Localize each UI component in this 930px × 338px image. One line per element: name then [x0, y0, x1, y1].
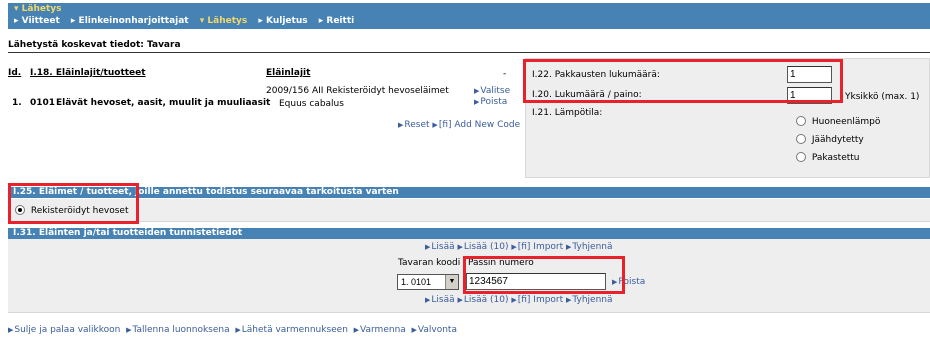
- add-new-code-link[interactable]: ▶[fi] Add New Code: [432, 120, 520, 130]
- species-latin: Equus cabalus: [279, 99, 344, 109]
- temperature-label: I.21. Lämpötila:: [532, 108, 603, 118]
- control-link[interactable]: ▶Valvonta: [412, 325, 457, 335]
- highlight-packages-quantity: [523, 59, 843, 103]
- clear-link[interactable]: ▶Tyhjennä: [566, 242, 612, 252]
- header-title[interactable]: ▾ Lähetys: [14, 4, 62, 14]
- add-10-link-bottom[interactable]: ▶Lisää (10): [458, 295, 509, 305]
- species-name: 2009/156 AII Rekisteröidyt hevoseläimet: [266, 86, 449, 96]
- nav-item-viitteet[interactable]: ▸ Viitteet: [14, 16, 60, 26]
- goods-code-select[interactable]: 1. 0101 ▼: [397, 274, 459, 290]
- nav-item-kuljetus[interactable]: ▸ Kuljetus: [258, 16, 307, 26]
- temp-option-room[interactable]: Huoneenlämpö: [796, 116, 880, 127]
- header-nav: ▸ Viitteet ▸ Elinkeinonharjoittajat ▾ Lä…: [14, 16, 362, 26]
- send-certification-link[interactable]: ▶Lähetä varmennukseen: [235, 325, 348, 335]
- add-10-link[interactable]: ▶Lisää (10): [458, 242, 509, 252]
- identification-links-bottom: ▶Lisää ▶Lisää (10) ▶[fi] Import ▶Tyhjenn…: [425, 295, 613, 305]
- identification-bar: I.31. Eläinten ja/tai tuotteiden tunnist…: [8, 228, 930, 239]
- add-link[interactable]: ▶Lisää: [425, 242, 455, 252]
- purpose-row: [8, 199, 930, 222]
- radio-frozen[interactable]: [796, 152, 806, 162]
- highlight-purpose: [8, 183, 139, 224]
- col-goods-code: Tavaran koodi: [398, 258, 461, 268]
- identification-links-top: ▶Lisää ▶Lisää (10) ▶[fi] Import ▶Tyhjenn…: [425, 242, 613, 252]
- add-link-bottom[interactable]: ▶Lisää: [425, 295, 455, 305]
- goods-col-species: Eläinlajit: [266, 68, 311, 78]
- goods-col-title: I.18. Eläinlajit/tuotteet: [30, 68, 146, 78]
- purpose-bar: I.25. Eläimet / tuotteet, joille annettu…: [8, 187, 930, 198]
- nav-item-reitti[interactable]: ▸ Reitti: [319, 16, 354, 26]
- nav-item-lahetys[interactable]: ▾ Lähetys: [200, 16, 248, 26]
- goods-row-number: 1.: [12, 98, 22, 108]
- radio-room-temp[interactable]: [796, 116, 806, 126]
- section-divider: [8, 52, 930, 53]
- temp-option-chilled[interactable]: Jäähdytetty: [796, 134, 864, 145]
- reset-add-code-links: ▶Reset ▶[fi] Add New Code: [398, 120, 520, 130]
- footer-links: ▶Sulje ja palaa valikkoon ▶Tallenna luon…: [8, 325, 457, 335]
- import-link-bottom[interactable]: ▶[fi] Import: [511, 295, 563, 305]
- section-title: Lähetystä koskevat tiedot: Tavara: [8, 40, 181, 50]
- clear-link-bottom[interactable]: ▶Tyhjennä: [566, 295, 612, 305]
- highlight-passport: [463, 256, 625, 294]
- nav-item-elinkeinonharjoittajat[interactable]: ▸ Elinkeinonharjoittajat: [71, 16, 189, 26]
- close-return-link[interactable]: ▶Sulje ja palaa valikkoon: [8, 325, 120, 335]
- goods-col-id: Id.: [8, 68, 22, 78]
- select-species-link[interactable]: ▶Valitse: [474, 86, 510, 96]
- goods-row-desc: Elävät hevoset, aasit, muulit ja muuliaa…: [56, 98, 271, 108]
- import-link[interactable]: ▶[fi] Import: [511, 242, 563, 252]
- goods-row-code: 0101: [30, 98, 56, 108]
- unit-label: Yksikkö (max. 1): [845, 92, 920, 102]
- chevron-down-icon[interactable]: ▼: [445, 275, 458, 289]
- save-draft-link[interactable]: ▶Tallenna luonnoksena: [126, 325, 230, 335]
- temp-option-frozen[interactable]: Pakastettu: [796, 152, 860, 163]
- radio-chilled[interactable]: [796, 134, 806, 144]
- reset-link[interactable]: ▶Reset: [398, 120, 430, 130]
- header-bar: ▾ Lähetys ▸ Viitteet ▸ Elinkeinonharjoit…: [8, 3, 930, 29]
- certify-link[interactable]: ▶Varmenna: [354, 325, 406, 335]
- goods-dash: -: [503, 69, 507, 79]
- remove-species-link[interactable]: ▶Poista: [474, 97, 507, 107]
